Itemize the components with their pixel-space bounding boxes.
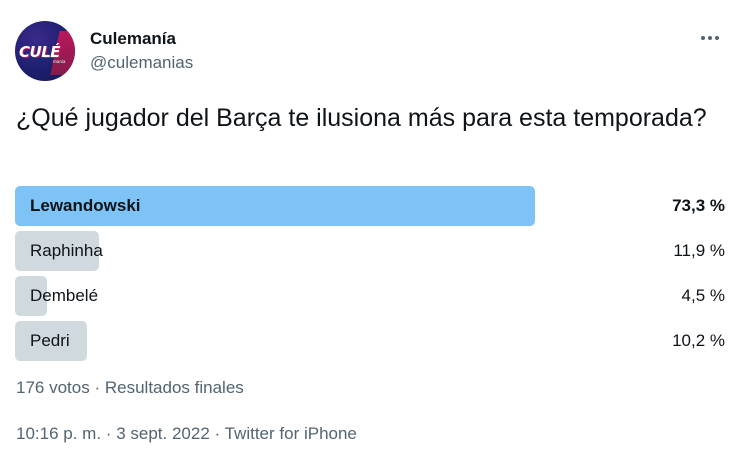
- timestamp-separator: ·: [105, 424, 112, 443]
- more-horizontal-icon: [701, 36, 719, 40]
- poll-option-percent: 73,3 %: [672, 196, 725, 215]
- tweet-source[interactable]: Twitter for iPhone: [225, 424, 357, 443]
- avatar-logo-subtext: mania: [53, 59, 66, 64]
- poll-option-label: Raphinha: [30, 241, 103, 260]
- poll-option-label: Dembelé: [30, 286, 99, 305]
- poll-meta-separator: ·: [94, 378, 101, 397]
- tweet-date[interactable]: 3 sept. 2022: [116, 424, 210, 443]
- poll-option-label: Lewandowski: [30, 196, 141, 215]
- poll-option-percent: 10,2 %: [672, 331, 725, 350]
- poll-option: Lewandowski 73,3 %: [15, 186, 725, 226]
- tweet-timestamp: 10:16 p. m. · 3 sept. 2022 · Twitter for…: [16, 424, 357, 444]
- poll-option-label: Pedri: [30, 331, 70, 350]
- more-options-button[interactable]: [694, 24, 726, 52]
- source-separator: ·: [214, 424, 221, 443]
- poll-meta: 176 votos · Resultados finales: [16, 378, 244, 398]
- tweet-time[interactable]: 10:16 p. m.: [16, 424, 101, 443]
- poll-votes: 176 votos: [16, 378, 90, 397]
- poll-option-percent: 4,5 %: [681, 286, 725, 305]
- poll-option: Raphinha 11,9 %: [15, 231, 725, 271]
- tweet: CULÉ mania Culemanía @culemanias ¿Qué ju…: [0, 0, 743, 462]
- author-handle[interactable]: @culemanias: [90, 53, 193, 73]
- poll-option: Pedri 10,2 %: [15, 321, 725, 361]
- poll-option: Dembelé 4,5 %: [15, 276, 725, 316]
- poll-option-percent: 11,9 %: [673, 241, 725, 260]
- avatar[interactable]: CULÉ mania: [15, 21, 75, 81]
- author-display-name[interactable]: Culemanía: [90, 29, 176, 49]
- tweet-text: ¿Qué jugador del Barça te ilusiona más p…: [16, 104, 707, 132]
- poll-status: Resultados finales: [104, 378, 244, 397]
